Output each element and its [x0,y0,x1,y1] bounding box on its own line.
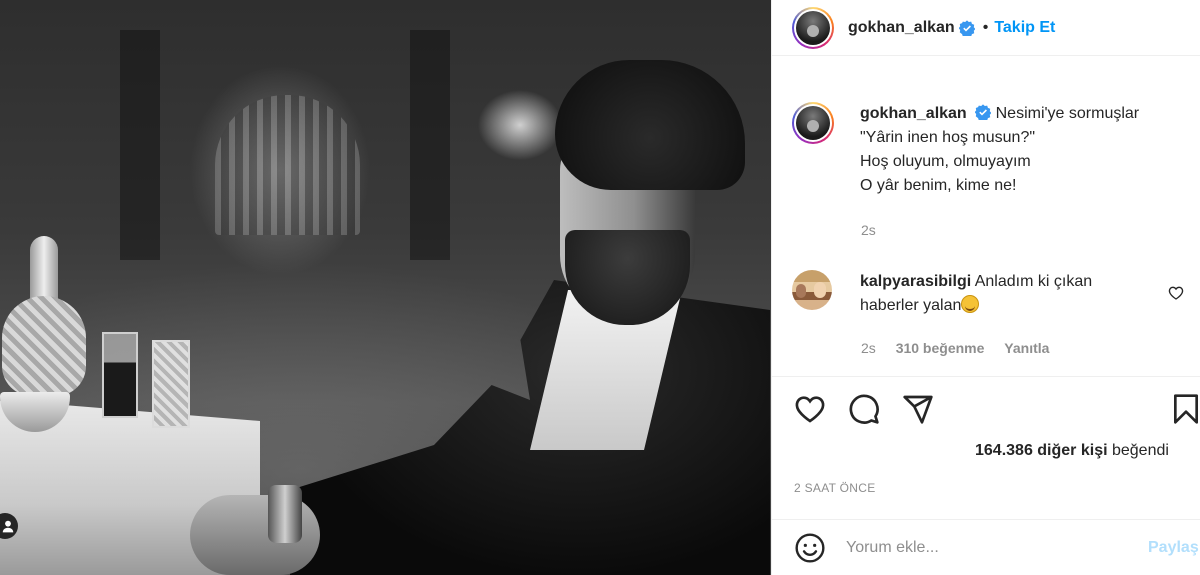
comment-input[interactable] [846,538,1126,557]
bookmark-icon[interactable] [1170,393,1200,425]
glass [102,332,138,418]
comment-like-heart-icon[interactable] [1168,285,1184,301]
add-comment-bar: Paylaş [772,519,1200,575]
caption-line: Hoş oluyum, olmuyayım [860,153,1031,170]
comment-body-line: Anladım ki çıkan [974,273,1093,290]
avatar[interactable] [792,6,834,49]
follow-button[interactable]: Takip Et [994,19,1055,37]
post-header: gokhan_alkan • Takip Et [772,0,1200,56]
decanter [2,236,86,396]
comment-text: kalpyarasibilgi Anladım ki çıkan haberle… [860,270,1150,318]
post-time-ago[interactable]: 2 SAAT ÖNCE [794,481,876,495]
smiley-icon[interactable] [794,532,826,564]
heart-icon[interactable] [794,393,826,425]
caption-line: Nesimi'ye sormuşlar [995,105,1140,122]
comment-body-line: haberler yalan [860,297,962,314]
caption-line: O yâr benim, kime ne! [860,177,1017,194]
likes-suffix: beğendi [1111,442,1169,459]
post-actions [772,376,1200,438]
caption-line: "Yârin inen hoş musun?" [860,129,1036,146]
paper-plane-icon[interactable] [902,393,934,425]
reply-button[interactable]: Yanıtla [1004,340,1049,356]
verified-badge-icon [958,19,975,36]
comment-item: kalpyarasibilgi Anladım ki çıkan haberle… [792,270,1192,318]
post-comment-button[interactable]: Paylaş [1148,539,1199,557]
smiling-emoji-icon [961,295,980,313]
post-sidebar: gokhan_alkan • Takip Et gokhan_alkan Nes… [771,0,1200,575]
background-pillar [120,30,160,260]
likes-number[interactable]: 164.386 diğer kişi [975,442,1108,459]
verified-badge-icon [975,104,992,120]
post-caption: gokhan_alkan Nesimi'ye sormuşlar "Yârin … [792,102,1180,238]
comments-list[interactable]: gokhan_alkan Nesimi'ye sormuşlar "Yârin … [772,56,1200,376]
post-photo[interactable] [0,0,771,575]
commenter-avatar[interactable] [792,270,832,310]
avatar[interactable] [792,102,834,144]
separator-dot: • [982,18,989,36]
seated-man [190,60,770,575]
likes-count[interactable]: 164.386 diğer kişi beğendi [975,442,1169,460]
header-username[interactable]: gokhan_alkan [848,19,955,37]
comment-likes[interactable]: 310 beğenme [896,340,985,356]
comment-username[interactable]: kalpyarasibilgi [860,273,971,290]
comment-time[interactable]: 2s [861,340,876,356]
caption-text: gokhan_alkan Nesimi'ye sormuşlar "Yârin … [860,102,1180,198]
caption-time[interactable]: 2s [861,222,876,238]
glass [152,340,190,428]
comment-meta: 2s 310 beğenme Yanıtla [861,340,1065,356]
caption-username[interactable]: gokhan_alkan [860,105,967,122]
comment-bubble-icon[interactable] [848,393,880,425]
